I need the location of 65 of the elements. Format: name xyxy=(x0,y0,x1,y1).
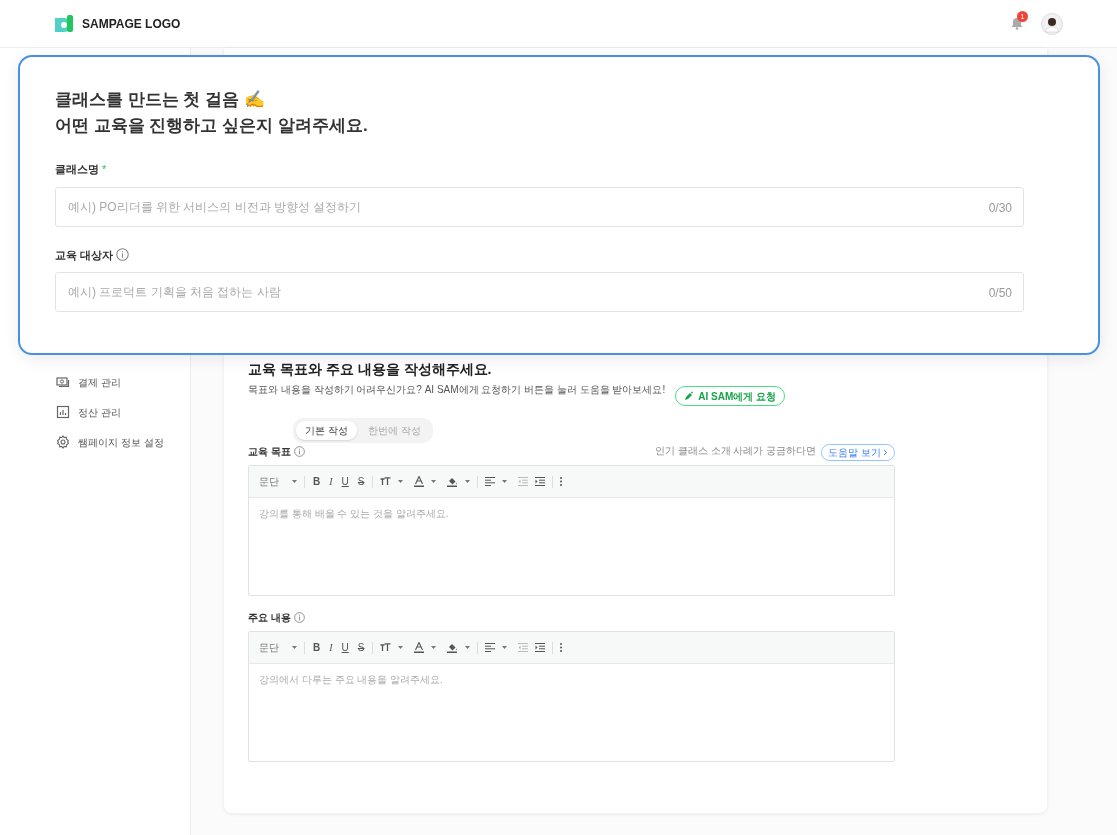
settings-icon xyxy=(56,435,70,449)
section-heading: 교육 목표와 주요 내용을 작성해주세요. xyxy=(248,360,493,378)
more-icon[interactable] xyxy=(560,643,563,652)
required-mark: * xyxy=(102,162,107,177)
caret-icon[interactable] xyxy=(431,480,437,483)
paragraph-style-dropdown[interactable]: 문단 xyxy=(259,474,279,489)
caret-icon[interactable] xyxy=(465,480,471,483)
chart-icon xyxy=(56,405,70,419)
mode-tab[interactable]: 기본 작성 xyxy=(296,421,357,440)
caret-icon[interactable] xyxy=(502,480,508,483)
info-icon xyxy=(293,446,305,457)
sidebar-item-label: 정산 관리 xyxy=(78,405,121,420)
format-button[interactable]: B xyxy=(312,474,322,489)
help-prompt: 인기 클래스 소개 사례가 궁금하다면 xyxy=(655,444,817,458)
rich-text-editor[interactable]: 문단 B I U S 강의를 통해 배울 수 있는 것을 알려주세요. xyxy=(248,465,895,596)
font-color-icon[interactable] xyxy=(414,476,425,487)
logo-icon xyxy=(54,13,74,34)
character-counter: 0/50 xyxy=(988,285,1012,302)
text-size-icon[interactable] xyxy=(380,477,392,486)
indent-icon[interactable] xyxy=(535,477,546,486)
caret-icon[interactable] xyxy=(398,480,404,483)
panel-title: 클래스를 만드는 첫 걸음 ✍ 어떤 교육을 진행하고 싶은지 알려주세요. xyxy=(55,89,369,137)
align-left-icon[interactable] xyxy=(485,477,496,486)
chevron-icon xyxy=(883,449,888,456)
format-button[interactable]: I xyxy=(328,640,334,655)
character-counter: 0/30 xyxy=(988,199,1012,217)
field-label: 주요 내용 xyxy=(248,611,291,625)
format-button[interactable]: U xyxy=(340,640,350,655)
sidebar-item-label: 결제 관리 xyxy=(78,375,121,390)
avatar[interactable] xyxy=(1041,12,1063,35)
field-label: 교육 대상자 xyxy=(55,247,114,263)
format-button[interactable]: S xyxy=(356,640,366,655)
caret-icon[interactable] xyxy=(502,646,508,649)
caret-icon[interactable] xyxy=(398,646,404,649)
caret-icon[interactable] xyxy=(292,480,297,483)
format-button[interactable]: U xyxy=(340,474,350,489)
logo-text: SAMPAGE LOGO xyxy=(82,15,181,33)
editor-text-area[interactable]: 강의에서 다루는 주요 내용을 알려주세요. xyxy=(249,664,894,761)
field-label: 교육 목표 xyxy=(248,445,291,459)
caret-icon[interactable] xyxy=(292,646,297,649)
info-icon xyxy=(293,612,305,623)
sidebar-item[interactable]: 쌤페이지 정보 설정 xyxy=(56,434,190,450)
paragraph-style-dropdown[interactable]: 문단 xyxy=(259,640,279,655)
sidebar-item-label: 쌤페이지 정보 설정 xyxy=(78,435,164,450)
caret-icon[interactable] xyxy=(431,646,437,649)
money-icon xyxy=(56,375,70,389)
align-left-icon[interactable] xyxy=(485,643,496,652)
fill-color-icon[interactable] xyxy=(447,642,459,653)
fill-color-icon[interactable] xyxy=(447,476,459,487)
sidebar-item[interactable]: 정산 관리 xyxy=(56,404,190,420)
field-label: 클래스명 xyxy=(55,162,99,177)
format-button[interactable]: S xyxy=(356,474,366,489)
more-icon[interactable] xyxy=(560,477,563,486)
info-icon xyxy=(116,248,130,262)
rich-text-editor[interactable]: 문단 B I U S 강의에서 다루는 주요 내용을 알려주세요. xyxy=(248,631,895,762)
sidebar-item[interactable]: 결제 관리 xyxy=(56,374,190,390)
caret-icon[interactable] xyxy=(465,646,471,649)
indent-icon[interactable] xyxy=(535,643,546,652)
pencil-icon xyxy=(684,391,695,401)
editor-text-area[interactable]: 강의를 통해 배울 수 있는 것을 알려주세요. xyxy=(249,498,894,595)
section-description: 목표와 내용을 작성하기 어려우신가요? AI SAM에게 요청하기 버튼을 눌러 도움을 받아보세요! xyxy=(248,383,666,397)
text-size-icon[interactable] xyxy=(380,643,392,652)
font-color-icon[interactable] xyxy=(414,642,425,653)
format-button[interactable]: I xyxy=(328,474,334,489)
format-button[interactable]: B xyxy=(312,640,322,655)
